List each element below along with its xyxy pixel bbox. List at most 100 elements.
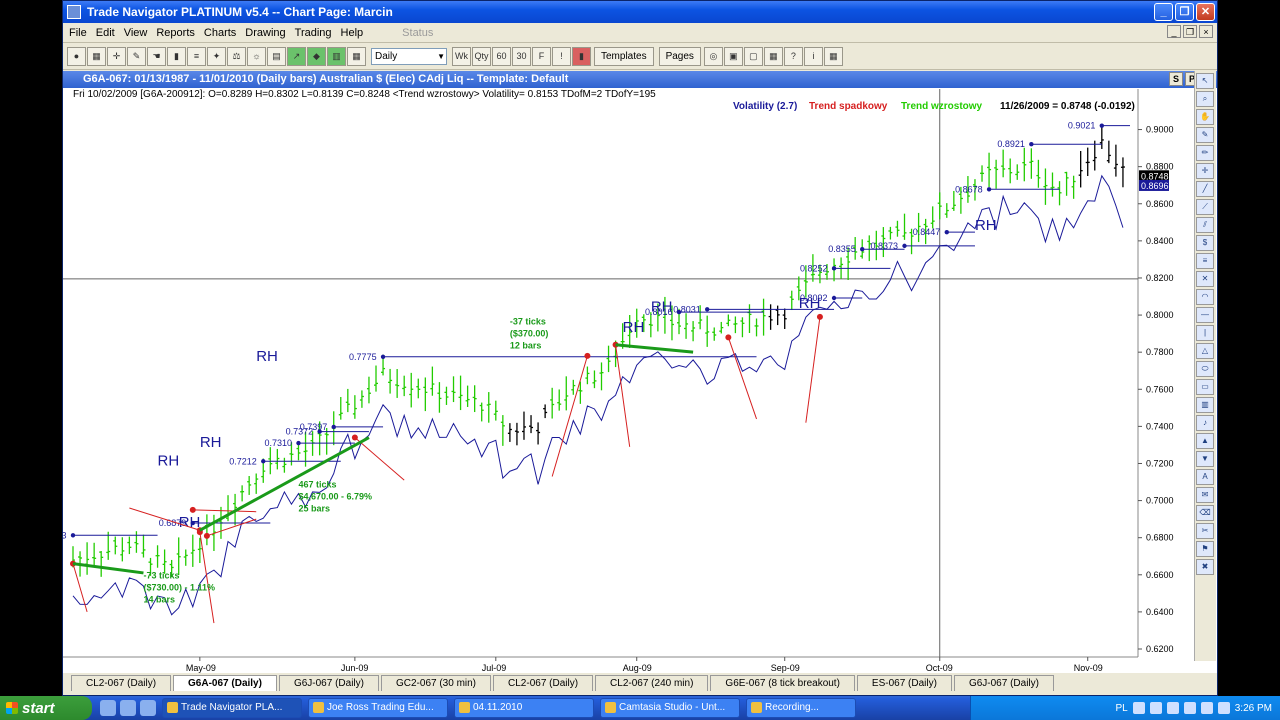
language-indicator[interactable]: PL	[1116, 703, 1128, 714]
tray-icon-4[interactable]	[1183, 702, 1196, 714]
info-icon[interactable]: i	[803, 46, 823, 66]
tab-cl2-daily[interactable]: CL2-067 (Daily)	[71, 675, 172, 691]
hand-tool-icon[interactable]: ✋	[1196, 109, 1214, 125]
green-arrow-icon[interactable]: ↗	[287, 46, 306, 66]
magic-icon[interactable]: ✦	[207, 46, 226, 66]
exclamation-button[interactable]: !	[552, 46, 571, 66]
triangle-tool-icon[interactable]: △	[1196, 343, 1214, 359]
down-arrow-tool-icon[interactable]: ▼	[1196, 451, 1214, 467]
menu-view[interactable]: View	[124, 27, 148, 39]
media-icon[interactable]	[140, 700, 156, 716]
mdi-restore-button[interactable]: ❐	[1183, 25, 1197, 38]
gann-tool-icon[interactable]: ✕	[1196, 271, 1214, 287]
tab-cl2-daily-2[interactable]: CL2-067 (Daily)	[493, 675, 594, 691]
ellipse-tool-icon[interactable]: ⬭	[1196, 361, 1214, 377]
pages-button[interactable]: Pages	[658, 46, 701, 66]
task-joe-ross[interactable]: Joe Ross Trading Edu...	[308, 698, 448, 718]
task-folder[interactable]: 04.11.2010	[454, 698, 594, 718]
tile-icon[interactable]: ▦	[763, 46, 783, 66]
red-bars-icon[interactable]: ▮	[572, 46, 591, 66]
list-icon[interactable]: ≡	[187, 46, 206, 66]
flag-tool-icon[interactable]: ⚑	[1196, 541, 1214, 557]
speaker-tool-icon[interactable]: ♪	[1196, 415, 1214, 431]
tab-gc2-30min[interactable]: GC2-067 (30 min)	[380, 675, 492, 691]
tray-icon-2[interactable]	[1149, 702, 1162, 714]
bars-tool-icon[interactable]: ▥	[1196, 397, 1214, 413]
network-icon[interactable]	[1217, 702, 1230, 714]
menu-reports[interactable]: Reports	[156, 27, 195, 39]
help-icon[interactable]: ?	[783, 46, 803, 66]
tab-g6j-daily[interactable]: G6J-067 (Daily)	[278, 675, 379, 691]
menu-edit[interactable]: Edit	[96, 27, 115, 39]
close-button[interactable]: ✕	[1196, 3, 1215, 21]
hand-icon[interactable]: ☚	[147, 46, 166, 66]
crosshair-icon[interactable]: ✛	[107, 46, 126, 66]
marker-tool-icon[interactable]: ✎	[1196, 127, 1214, 143]
note-tool-icon[interactable]: ✉	[1196, 487, 1214, 503]
tab-cl2-240min[interactable]: CL2-067 (240 min)	[595, 675, 709, 691]
crosshair-tool-icon[interactable]: ✛	[1196, 163, 1214, 179]
pencil-tool-icon[interactable]: ✏	[1196, 145, 1214, 161]
up-arrow-tool-icon[interactable]: ▲	[1196, 433, 1214, 449]
quantity-button[interactable]: Qty	[472, 46, 491, 66]
period-select[interactable]: Daily	[371, 47, 447, 65]
templates-button[interactable]: Templates	[594, 46, 654, 66]
table-icon[interactable]: ▤	[267, 46, 286, 66]
ray-tool-icon[interactable]: ⟋	[1196, 199, 1214, 215]
start-button[interactable]: start	[0, 696, 92, 720]
fib-tool-icon[interactable]: ≡	[1196, 253, 1214, 269]
thirty-button[interactable]: 30	[512, 46, 531, 66]
price-chart[interactable]: 0.9000 0.8800 0.8600 0.8400 0.8200 0.8000 0.78…	[63, 89, 1194, 675]
tab-g6j-daily-2[interactable]: G6J-067 (Daily)	[953, 675, 1054, 691]
tray-icon-1[interactable]	[1132, 702, 1145, 714]
rect-tool-icon[interactable]: ▭	[1196, 379, 1214, 395]
hline-tool-icon[interactable]: —	[1196, 307, 1214, 323]
tab-g6a-daily[interactable]: G6A-067 (Daily)	[173, 675, 277, 691]
window-icon[interactable]: ▢	[743, 46, 763, 66]
f-button[interactable]: F	[532, 46, 551, 66]
grid2-icon[interactable]: ▦	[823, 46, 843, 66]
tab-g6e-8tick[interactable]: G6E-067 (8 tick breakout)	[710, 675, 855, 691]
weekly-button[interactable]: Wk	[452, 46, 471, 66]
sixty-button[interactable]: 60	[492, 46, 511, 66]
trash-tool-icon[interactable]: ✖	[1196, 559, 1214, 575]
task-camtasia[interactable]: Camtasia Studio - Unt...	[600, 698, 740, 718]
eraser-tool-icon[interactable]: ⌫	[1196, 505, 1214, 521]
news-icon[interactable]: ▣	[723, 46, 743, 66]
menu-help[interactable]: Help	[341, 27, 364, 39]
menu-drawing[interactable]: Drawing	[245, 27, 285, 39]
chart-s-button[interactable]: S	[1169, 72, 1183, 86]
minimize-button[interactable]: _	[1154, 3, 1173, 21]
dollar-tool-icon[interactable]: $	[1196, 235, 1214, 251]
green-bars-icon[interactable]: ▥	[327, 46, 346, 66]
line-tool-icon[interactable]: ╱	[1196, 181, 1214, 197]
arc-tool-icon[interactable]: ◠	[1196, 289, 1214, 305]
traffic-light-icon[interactable]: ●	[67, 46, 86, 66]
globe-icon[interactable]: ◎	[703, 46, 723, 66]
browser-icon[interactable]	[120, 700, 136, 716]
volume-icon[interactable]	[1200, 702, 1213, 714]
pencil-icon[interactable]: ✎	[127, 46, 146, 66]
bar-chart-icon[interactable]: ▮	[167, 46, 186, 66]
zoom-tool-icon[interactable]: ⌕	[1196, 91, 1214, 107]
menu-file[interactable]: File	[69, 27, 87, 39]
scissors-tool-icon[interactable]: ✂	[1196, 523, 1214, 539]
mdi-close-button[interactable]: ×	[1199, 25, 1213, 38]
tab-es-daily[interactable]: ES-067 (Daily)	[856, 675, 952, 691]
green-diamond-icon[interactable]: ◆	[307, 46, 326, 66]
menu-trading[interactable]: Trading	[295, 27, 332, 39]
channel-tool-icon[interactable]: ⫽	[1196, 217, 1214, 233]
menu-charts[interactable]: Charts	[204, 27, 236, 39]
tray-icon-3[interactable]	[1166, 702, 1179, 714]
maximize-button[interactable]: ❐	[1175, 3, 1194, 21]
desktop-icon[interactable]	[100, 700, 116, 716]
calculator-icon[interactable]: ▦	[87, 46, 106, 66]
mdi-minimize-button[interactable]: _	[1167, 25, 1181, 38]
task-trade-navigator[interactable]: Trade Navigator PLA...	[162, 698, 302, 718]
sun-icon[interactable]: ☼	[247, 46, 266, 66]
grid-icon[interactable]: ▦	[347, 46, 366, 66]
vline-tool-icon[interactable]: |	[1196, 325, 1214, 341]
task-recording[interactable]: Recording...	[746, 698, 856, 718]
scale-icon[interactable]: ⚖	[227, 46, 246, 66]
cursor-tool-icon[interactable]: ↖	[1196, 73, 1214, 89]
